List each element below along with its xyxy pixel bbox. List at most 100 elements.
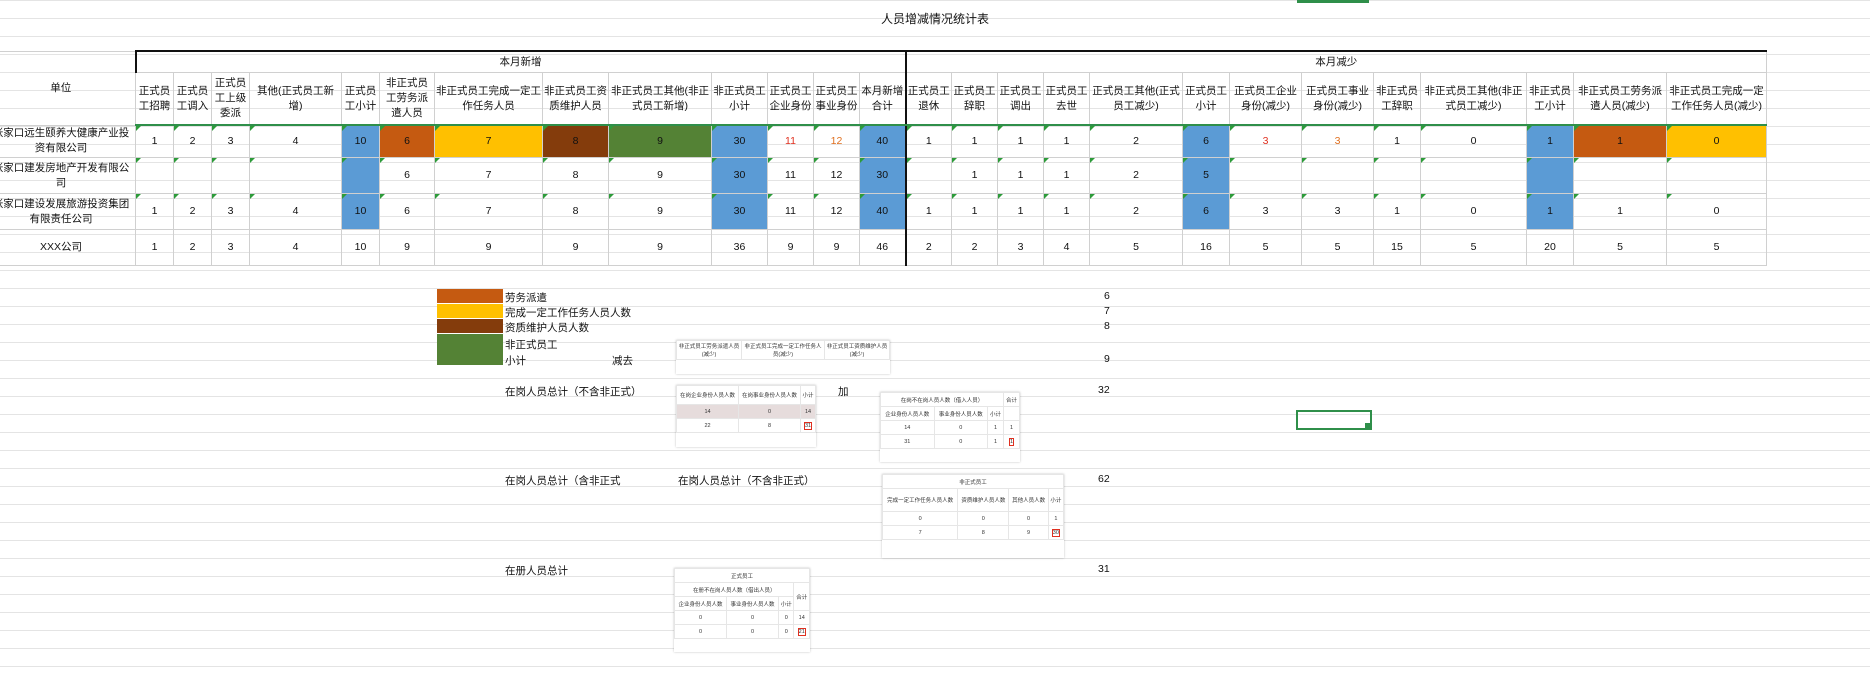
data-cell[interactable]: 1	[1573, 193, 1667, 230]
data-cell[interactable]	[1301, 157, 1374, 194]
data-cell[interactable]: 3	[1229, 193, 1302, 230]
column-header-7[interactable]: 非正式员工资质维护人员	[542, 72, 609, 126]
data-cell[interactable]: 1	[951, 124, 998, 158]
data-cell[interactable]	[173, 157, 212, 194]
data-cell[interactable]	[211, 157, 250, 194]
column-header-8[interactable]: 非正式员工其他(非正式员工新增)	[608, 72, 712, 126]
column-header-18[interactable]: 正式员工小计	[1182, 72, 1230, 126]
data-cell[interactable]: 0	[1666, 193, 1767, 230]
data-cell[interactable]: 9	[767, 229, 814, 266]
data-cell[interactable]: 1	[997, 124, 1044, 158]
data-cell[interactable]: 1	[997, 193, 1044, 230]
data-cell[interactable]: 4	[249, 229, 342, 266]
data-cell[interactable]: 6	[379, 124, 435, 158]
data-cell[interactable]: 1	[135, 193, 174, 230]
data-cell[interactable]: 2	[173, 193, 212, 230]
data-cell[interactable]: 2	[173, 124, 212, 158]
data-cell[interactable]	[249, 157, 342, 194]
unit-header[interactable]: 单位	[0, 50, 136, 126]
data-cell[interactable]: 10	[341, 193, 380, 230]
column-header-11[interactable]: 正式员工事业身份	[813, 72, 860, 126]
column-header-24[interactable]: 非正式员工劳务派遣人员(减少)	[1573, 72, 1667, 126]
data-cell[interactable]: 0	[1420, 124, 1527, 158]
fill-handle[interactable]	[1365, 423, 1370, 428]
column-header-14[interactable]: 正式员工辞职	[951, 72, 998, 126]
unit-cell[interactable]: 张家口建发房地产开发有限公司	[0, 157, 136, 194]
column-header-21[interactable]: 非正式员工辞职	[1373, 72, 1421, 126]
column-header-5[interactable]: 非正式员工劳务派遣人员	[379, 72, 435, 126]
data-cell[interactable]: 1	[1043, 193, 1090, 230]
column-header-15[interactable]: 正式员工调出	[997, 72, 1044, 126]
column-header-16[interactable]: 正式员工去世	[1043, 72, 1090, 126]
data-cell[interactable]: 2	[1089, 124, 1183, 158]
data-cell[interactable]: 6	[379, 157, 435, 194]
data-cell[interactable]: 5	[1301, 229, 1374, 266]
data-cell[interactable]: 1	[904, 193, 952, 230]
data-cell[interactable]: 30	[711, 157, 768, 194]
data-cell[interactable]: 2	[904, 229, 952, 266]
data-cell[interactable]: 12	[813, 157, 860, 194]
data-cell[interactable]	[341, 157, 380, 194]
data-cell[interactable]: 4	[249, 193, 342, 230]
data-cell[interactable]: 12	[813, 124, 860, 158]
data-cell[interactable]: 3	[1301, 193, 1374, 230]
data-cell[interactable]: 11	[767, 157, 814, 194]
data-cell[interactable]: 1	[1526, 193, 1574, 230]
data-cell[interactable]	[904, 157, 952, 194]
column-header-6[interactable]: 非正式员工完成一定工作任务人员	[434, 72, 543, 126]
data-cell[interactable]: 8	[542, 193, 609, 230]
data-cell[interactable]: 1	[1043, 124, 1090, 158]
data-cell[interactable]: 3	[997, 229, 1044, 266]
unit-cell[interactable]: XXX公司	[0, 229, 136, 266]
data-cell[interactable]: 15	[1373, 229, 1421, 266]
column-header-19[interactable]: 正式员工企业身份(减少)	[1229, 72, 1302, 126]
column-header-3[interactable]: 其他(正式员工新增)	[249, 72, 342, 126]
data-cell[interactable]: 4	[249, 124, 342, 158]
data-cell[interactable]: 5	[1182, 157, 1230, 194]
data-cell[interactable]: 9	[813, 229, 860, 266]
data-cell[interactable]: 9	[608, 229, 712, 266]
data-cell[interactable]: 3	[1229, 124, 1302, 158]
data-cell[interactable]	[135, 157, 174, 194]
data-cell[interactable]: 7	[434, 157, 543, 194]
data-cell[interactable]: 46	[859, 229, 906, 266]
data-cell[interactable]: 1	[135, 124, 174, 158]
data-cell[interactable]: 1	[904, 124, 952, 158]
data-cell[interactable]	[1526, 157, 1574, 194]
data-cell[interactable]: 1	[1526, 124, 1574, 158]
data-cell[interactable]: 5	[1666, 229, 1767, 266]
data-cell[interactable]: 5	[1089, 229, 1183, 266]
column-header-23[interactable]: 非正式员工小计	[1526, 72, 1574, 126]
data-cell[interactable]: 40	[859, 124, 906, 158]
column-header-1[interactable]: 正式员工调入	[173, 72, 212, 126]
data-cell[interactable]: 11	[767, 193, 814, 230]
data-cell[interactable]: 5	[1573, 229, 1667, 266]
data-cell[interactable]: 5	[1229, 229, 1302, 266]
data-cell[interactable]: 16	[1182, 229, 1230, 266]
column-header-10[interactable]: 正式员工企业身份	[767, 72, 814, 126]
data-cell[interactable]: 7	[434, 124, 543, 158]
data-cell[interactable]: 30	[711, 193, 768, 230]
data-cell[interactable]: 6	[379, 193, 435, 230]
data-cell[interactable]: 12	[813, 193, 860, 230]
column-header-17[interactable]: 正式员工其他(正式员工减少)	[1089, 72, 1183, 126]
data-cell[interactable]: 2	[951, 229, 998, 266]
column-header-0[interactable]: 正式员工招聘	[135, 72, 174, 126]
data-cell[interactable]	[1666, 157, 1767, 194]
data-cell[interactable]: 9	[542, 229, 609, 266]
embedded-image-borrowed-in[interactable]: 在岗不在岗人员人数（借入人员） 合计 企业身份人员人数 事业身份人员人数 小计 14 0…	[879, 392, 1020, 462]
column-header-25[interactable]: 非正式员工完成一定工作任务人员(减少)	[1666, 72, 1767, 126]
data-cell[interactable]: 1	[997, 157, 1044, 194]
data-cell[interactable]: 4	[1043, 229, 1090, 266]
group-header-reduce[interactable]: 本月减少	[904, 50, 1767, 73]
data-cell[interactable]: 1	[135, 229, 174, 266]
data-cell[interactable]: 1	[1043, 157, 1090, 194]
data-cell[interactable]: 9	[608, 157, 712, 194]
column-header-4[interactable]: 正式员工小计	[341, 72, 380, 126]
data-cell[interactable]: 2	[173, 229, 212, 266]
unit-cell[interactable]: 张家口远生颐养大健康产业投资有限公司	[0, 124, 136, 158]
data-cell[interactable]: 20	[1526, 229, 1574, 266]
data-cell[interactable]: 10	[341, 124, 380, 158]
column-header-9[interactable]: 非正式员工小计	[711, 72, 768, 126]
data-cell[interactable]: 9	[434, 229, 543, 266]
